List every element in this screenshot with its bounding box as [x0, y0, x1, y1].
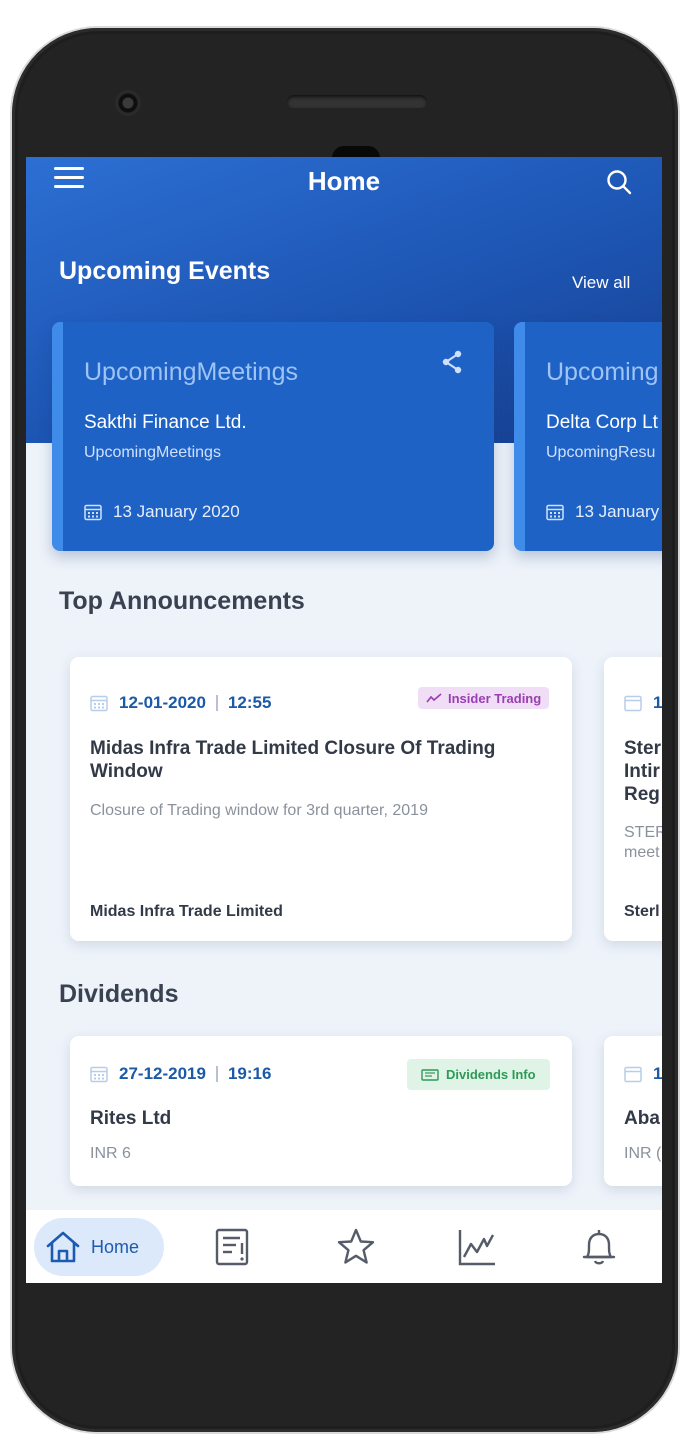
receipt-icon — [421, 1068, 439, 1081]
badge-label: Insider Trading — [448, 690, 542, 706]
announcement-date: 1 — [653, 693, 662, 712]
announcement-card[interactable]: 1 Ster Intir Reg STER meet Sterl — [604, 657, 662, 941]
announcement-title: Ster Intir Reg — [624, 737, 662, 806]
meta-divider — [215, 1066, 218, 1082]
event-type: Upcoming — [546, 358, 659, 386]
announcement-date: 12-01-2020 — [119, 693, 206, 712]
page-title: Home — [307, 166, 381, 196]
share-icon[interactable] — [441, 350, 463, 374]
upcoming-events-heading: Upcoming Events — [59, 257, 271, 285]
nav-home-label: Home — [91, 1236, 140, 1257]
dividend-meta: 27-12-2019 19:16 — [90, 1064, 271, 1084]
announcement-company: Midas Infra Trade Limited — [90, 903, 283, 920]
calendar-icon — [546, 504, 564, 521]
event-card[interactable]: UpcomingMeetings Sakthi Finance Ltd. Upc… — [52, 322, 494, 551]
calendar-icon — [84, 504, 102, 521]
title-line: Intir — [624, 761, 660, 782]
announcements-icon[interactable] — [214, 1227, 254, 1267]
announcement-meta: 1 — [624, 693, 662, 713]
event-date-text: 13 January 2020 — [113, 502, 240, 521]
earpiece-speaker — [287, 95, 427, 108]
nav-home-button[interactable]: Home — [34, 1218, 164, 1276]
calendar-icon — [624, 1066, 642, 1083]
dividend-value: INR 6 — [90, 1145, 131, 1162]
dividend-company: Rites Ltd — [90, 1108, 172, 1129]
event-card[interactable]: Upcoming Delta Corp Lt UpcomingResu 13 J… — [514, 322, 662, 551]
event-date-text: 13 January 2 — [575, 502, 662, 521]
announcement-company: Sterl — [624, 903, 660, 920]
announcement-description: STER meet — [624, 823, 662, 863]
title-line: Ster — [624, 738, 661, 759]
top-announcements-heading: Top Announcements — [59, 587, 305, 615]
bell-icon[interactable] — [579, 1227, 619, 1267]
event-date: 13 January 2 — [546, 502, 662, 522]
dividend-value: INR ( — [624, 1145, 662, 1162]
dividend-date: 27-12-2019 — [119, 1064, 206, 1083]
description-line: meet — [624, 844, 660, 861]
description-line: STER — [624, 824, 662, 841]
event-company: Sakthi Finance Ltd. — [84, 412, 247, 433]
view-all-link[interactable]: View all — [572, 273, 630, 293]
event-subtitle: UpcomingMeetings — [84, 444, 221, 461]
app-screen: Home Upcoming Events View all UpcomingMe… — [26, 157, 662, 1283]
chart-icon[interactable] — [457, 1227, 497, 1267]
announcement-description: Closure of Trading window for 3rd quarte… — [90, 802, 428, 819]
badge-label: Dividends Info — [446, 1067, 536, 1082]
dividend-time: 19:16 — [227, 1064, 272, 1083]
bottom-navigation: Home — [26, 1210, 662, 1283]
star-icon[interactable] — [336, 1227, 376, 1267]
calendar-icon — [90, 1066, 108, 1083]
home-icon — [46, 1231, 80, 1263]
title-line: Reg — [624, 784, 660, 805]
top-app-bar: Home — [26, 157, 662, 205]
dividend-card[interactable]: 27-12-2019 19:16 Dividends Info Rites Lt… — [70, 1036, 572, 1186]
announcement-card[interactable]: 12-01-2020 12:55 Insider Trading Midas I… — [70, 657, 572, 941]
dividend-company: Aba — [624, 1108, 660, 1129]
announcement-time: 12:55 — [227, 693, 272, 712]
announcement-meta: 12-01-2020 12:55 — [90, 693, 271, 713]
meta-divider — [215, 695, 218, 711]
search-icon[interactable] — [606, 169, 632, 195]
event-company: Delta Corp Lt — [546, 412, 658, 433]
trend-line-icon — [426, 693, 442, 703]
dividend-date: 1 — [653, 1064, 662, 1083]
event-type: UpcomingMeetings — [84, 358, 298, 386]
dividends-info-badge: Dividends Info — [407, 1059, 550, 1090]
dividend-card[interactable]: 1 Aba INR ( — [604, 1036, 662, 1186]
dividends-heading: Dividends — [59, 980, 179, 1008]
event-date: 13 January 2020 — [84, 502, 240, 522]
front-camera — [115, 90, 141, 116]
event-subtitle: UpcomingResu — [546, 444, 656, 461]
insider-trading-badge: Insider Trading — [418, 687, 550, 709]
dividend-meta: 1 — [624, 1064, 662, 1084]
announcement-title: Midas Infra Trade Limited Closure Of Tra… — [90, 738, 496, 782]
calendar-icon — [90, 695, 108, 712]
calendar-icon — [624, 695, 642, 712]
